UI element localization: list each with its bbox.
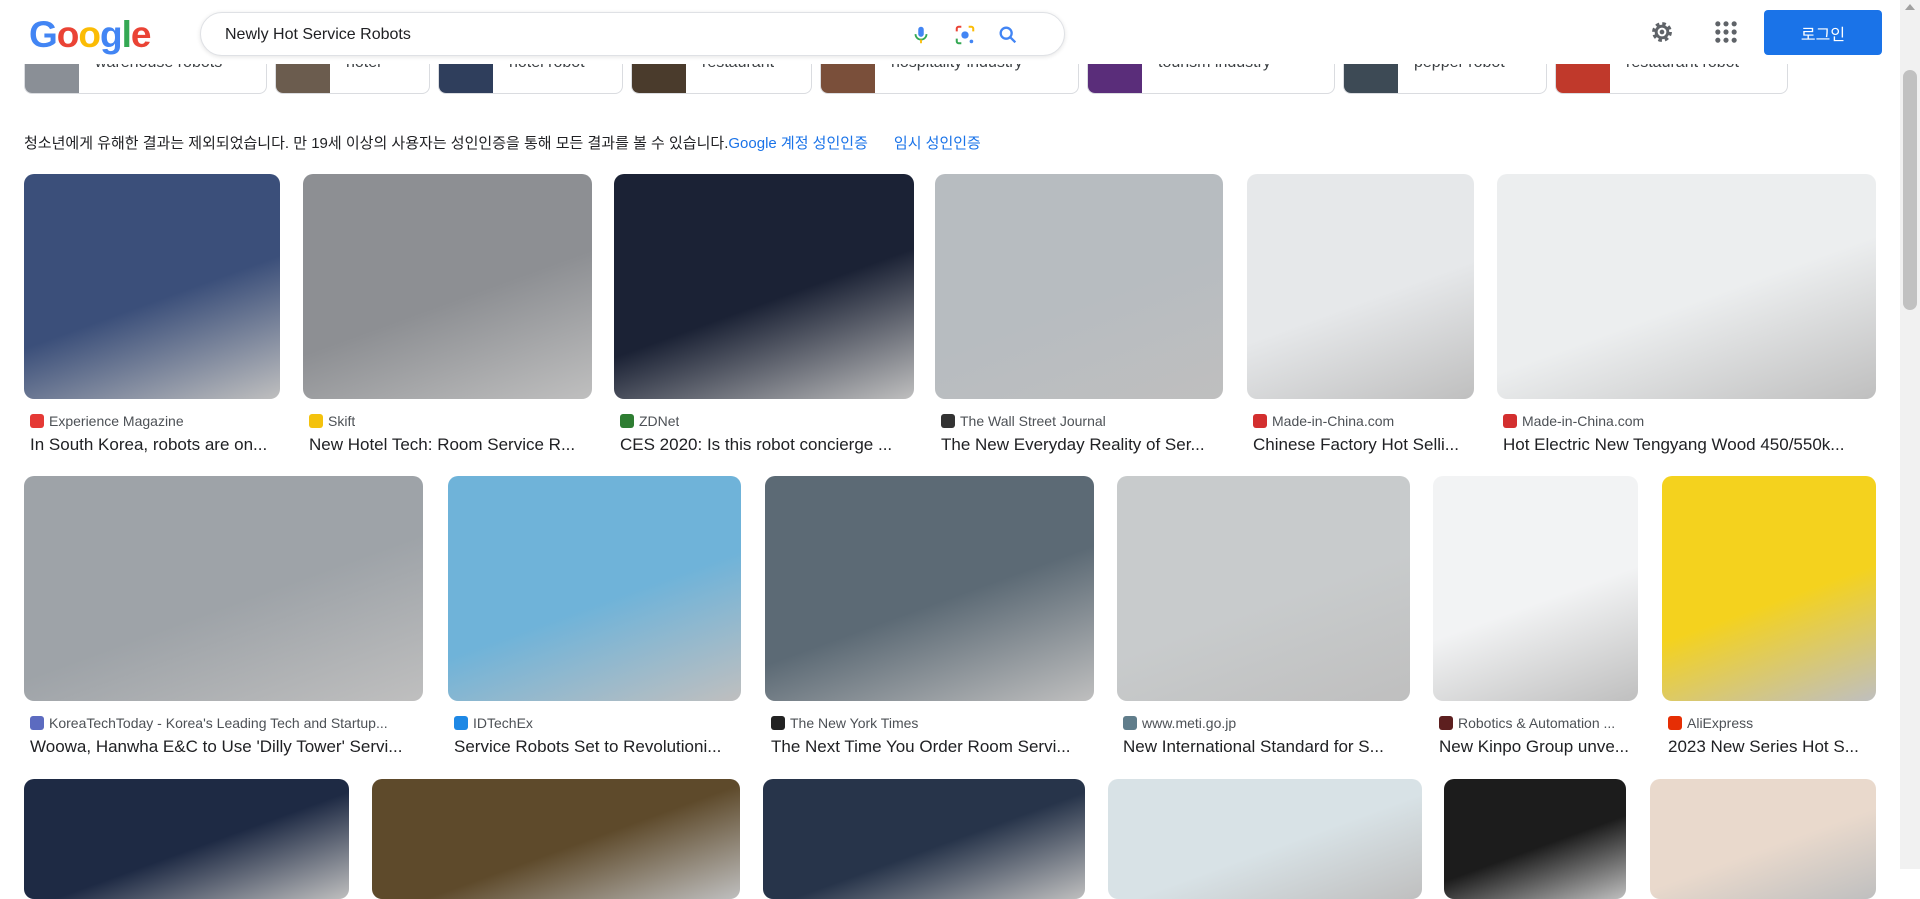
result-thumbnail[interactable]	[1497, 174, 1876, 399]
result-title[interactable]: The New Everyday Reality of Ser...	[941, 435, 1223, 455]
result-source[interactable]: ZDNet	[620, 413, 679, 429]
google-account-verify-link[interactable]: Google 계정 성인인증	[728, 135, 868, 152]
source-name: Made-in-China.com	[1522, 413, 1645, 429]
site-favicon-icon	[454, 716, 468, 730]
source-name: Robotics & Automation ...	[1458, 715, 1616, 731]
result-source[interactable]: KoreaTechToday - Korea's Leading Tech an…	[30, 715, 388, 731]
source-name: www.meti.go.jp	[1142, 715, 1237, 731]
logo-letter: G	[29, 14, 58, 55]
result-title[interactable]: New Kinpo Group unve...	[1439, 737, 1638, 757]
scrollbar[interactable]	[1900, 0, 1920, 869]
result-thumbnail[interactable]	[372, 779, 740, 899]
source-name: Made-in-China.com	[1272, 413, 1395, 429]
search-input[interactable]	[225, 22, 885, 48]
result-thumbnail[interactable]	[1117, 476, 1410, 701]
result-thumbnail[interactable]	[763, 779, 1085, 899]
result-title[interactable]: In South Korea, robots are on...	[30, 435, 280, 455]
search-icon[interactable]	[997, 24, 1019, 46]
source-name: AliExpress	[1687, 715, 1754, 731]
site-favicon-icon	[1503, 414, 1517, 428]
result-title[interactable]: Woowa, Hanwha E&C to Use 'Dilly Tower' S…	[30, 737, 423, 757]
site-favicon-icon	[309, 414, 323, 428]
logo-letter: o	[56, 14, 80, 55]
site-favicon-icon	[771, 716, 785, 730]
result-source[interactable]: Experience Magazine	[30, 413, 184, 429]
site-favicon-icon	[30, 716, 44, 730]
result-thumbnail[interactable]	[1247, 174, 1474, 399]
site-favicon-icon	[1123, 716, 1137, 730]
site-favicon-icon	[30, 414, 44, 428]
result-title[interactable]: The Next Time You Order Room Servi...	[771, 737, 1094, 757]
logo-letter: g	[100, 14, 123, 55]
gear-icon[interactable]	[1648, 18, 1676, 46]
scroll-thumb[interactable]	[1903, 70, 1917, 310]
source-name: The New York Times	[790, 715, 919, 731]
result-thumbnail[interactable]	[1650, 779, 1876, 899]
site-favicon-icon	[1668, 716, 1682, 730]
result-thumbnail[interactable]	[24, 779, 349, 899]
result-title[interactable]: CES 2020: Is this robot concierge ...	[620, 435, 914, 455]
result-source[interactable]: www.meti.go.jp	[1123, 715, 1236, 731]
logo-letter: l	[121, 14, 132, 55]
result-source[interactable]: The New York Times	[771, 715, 918, 731]
site-favicon-icon	[941, 414, 955, 428]
result-source[interactable]: Robotics & Automation ...	[1439, 715, 1615, 731]
result-thumbnail[interactable]	[448, 476, 741, 701]
lens-icon[interactable]	[954, 24, 976, 46]
search-box	[200, 12, 1065, 56]
result-title[interactable]: Service Robots Set to Revolutioni...	[454, 737, 741, 757]
result-title[interactable]: New Hotel Tech: Room Service R...	[309, 435, 592, 455]
result-thumbnail[interactable]	[303, 174, 592, 399]
temp-verify-link[interactable]: 임시 성인인증	[894, 135, 981, 152]
header: Google 로그인	[0, 0, 1900, 64]
result-source[interactable]: The Wall Street Journal	[941, 413, 1106, 429]
mic-icon[interactable]	[910, 24, 932, 46]
source-name: The Wall Street Journal	[960, 413, 1106, 429]
result-thumbnail[interactable]	[1662, 476, 1876, 701]
result-thumbnail[interactable]	[24, 476, 423, 701]
source-name: Skift	[328, 413, 356, 429]
source-name: Experience Magazine	[49, 413, 184, 429]
result-thumbnail[interactable]	[24, 174, 280, 399]
result-source[interactable]: Skift	[309, 413, 355, 429]
result-title[interactable]: Hot Electric New Tengyang Wood 450/550k.…	[1503, 435, 1876, 455]
result-source[interactable]: AliExpress	[1668, 715, 1753, 731]
login-button[interactable]: 로그인	[1764, 10, 1882, 55]
result-thumbnail[interactable]	[1433, 476, 1638, 701]
safesearch-notice: 청소년에게 유해한 결과는 제외되었습니다. 만 19세 이상의 사용자는 성인…	[24, 132, 981, 153]
logo-letter: e	[130, 14, 152, 55]
site-favicon-icon	[1253, 414, 1267, 428]
notice-text: 청소년에게 유해한 결과는 제외되었습니다. 만 19세 이상의 사용자는 성인…	[24, 135, 729, 152]
result-title[interactable]: 2023 New Series Hot S...	[1668, 737, 1876, 757]
result-title[interactable]: New International Standard for S...	[1123, 737, 1410, 757]
apps-icon[interactable]	[1712, 18, 1740, 46]
site-favicon-icon	[1439, 716, 1453, 730]
site-favicon-icon	[620, 414, 634, 428]
google-logo[interactable]: Google	[29, 14, 152, 56]
result-thumbnail[interactable]	[1444, 779, 1626, 899]
source-name: IDTechEx	[473, 715, 533, 731]
result-source[interactable]: IDTechEx	[454, 715, 533, 731]
result-thumbnail[interactable]	[614, 174, 914, 399]
scroll-up-arrow-icon[interactable]	[1905, 4, 1915, 10]
result-thumbnail[interactable]	[1108, 779, 1422, 899]
source-name: KoreaTechToday - Korea's Leading Tech an…	[49, 715, 388, 731]
result-thumbnail[interactable]	[935, 174, 1223, 399]
result-source[interactable]: Made-in-China.com	[1503, 413, 1644, 429]
result-source[interactable]: Made-in-China.com	[1253, 413, 1394, 429]
result-thumbnail[interactable]	[765, 476, 1094, 701]
source-name: ZDNet	[639, 413, 680, 429]
logo-letter: o	[78, 14, 101, 55]
result-title[interactable]: Chinese Factory Hot Selli...	[1253, 435, 1474, 455]
